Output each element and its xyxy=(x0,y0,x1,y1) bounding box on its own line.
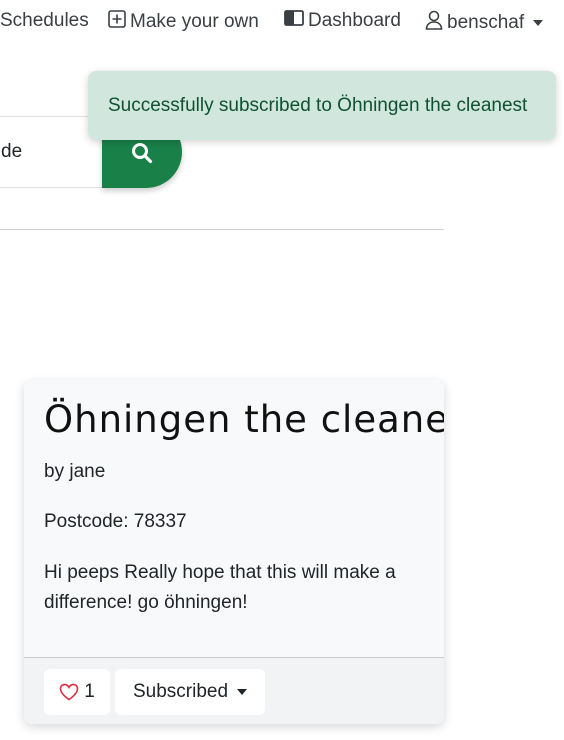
subscribed-label: Subscribed xyxy=(132,681,229,702)
user-icon xyxy=(425,10,443,36)
heart-icon xyxy=(59,683,79,701)
success-toast: Successfully subscribed to Öhningen the … xyxy=(88,71,556,140)
search-input-value: de xyxy=(1,141,23,162)
nav-dashboard-label: Dashboard xyxy=(308,10,401,31)
nav-user-label: benschaf xyxy=(447,12,525,33)
nav-link-schedules[interactable]: Schedules xyxy=(0,10,89,32)
card-postcode: Postcode: 78337 xyxy=(44,511,187,532)
section-divider xyxy=(0,229,444,230)
caret-down-icon xyxy=(237,689,248,695)
nav-schedules-label: Schedules xyxy=(0,10,89,31)
card-author: by jane xyxy=(44,461,106,482)
nav-link-dashboard[interactable]: Dashboard xyxy=(284,10,401,32)
subscribed-dropdown-button[interactable]: Subscribed xyxy=(115,669,265,715)
card-title: Öhningen the cleanest xyxy=(44,398,444,441)
schedule-card: Öhningen the cleanest by jane Postcode: … xyxy=(24,380,444,724)
like-count: 1 xyxy=(84,681,95,702)
nav-make-your-own-label: Make your own xyxy=(130,11,259,32)
nav-link-make-your-own[interactable]: Make your own xyxy=(108,10,259,34)
plus-square-icon xyxy=(108,10,126,34)
card-description: Hi peeps Really hope that this will make… xyxy=(44,562,396,613)
columns-icon xyxy=(284,10,304,32)
caret-down-icon xyxy=(533,20,544,26)
search-icon xyxy=(131,142,153,169)
like-button[interactable]: 1 xyxy=(44,669,110,715)
top-navbar: Schedules Make your own Dashboard bensch… xyxy=(0,0,564,44)
card-footer: 1 Subscribed xyxy=(24,657,444,724)
toast-message: Successfully subscribed to Öhningen the … xyxy=(108,94,528,116)
nav-user-dropdown[interactable]: benschaf xyxy=(425,10,544,36)
